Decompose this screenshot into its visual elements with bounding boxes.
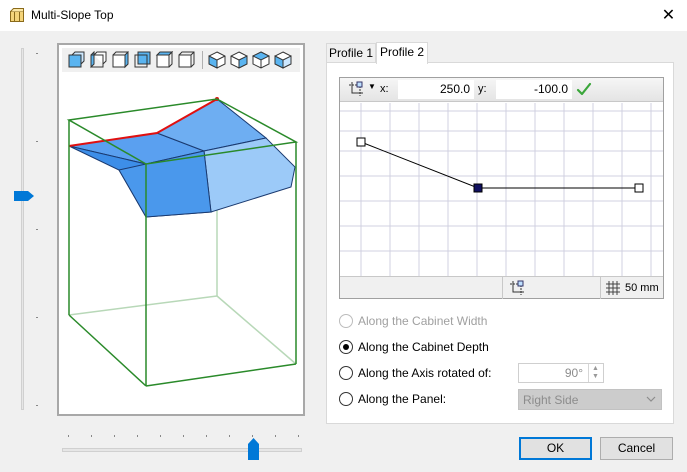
slider-tick <box>137 435 138 437</box>
status-cell <box>502 277 600 299</box>
y-coordinate-input[interactable] <box>496 80 572 99</box>
angle-spinbox[interactable]: 90° ▲ ▼ <box>518 363 604 383</box>
option-label[interactable]: Along the Cabinet Depth <box>358 340 489 354</box>
profile-point[interactable] <box>356 137 366 147</box>
vertical-slider-thumb[interactable] <box>14 191 34 201</box>
spin-up-icon[interactable]: ▲ <box>592 365 599 372</box>
view-iso-4-icon[interactable] <box>274 51 292 69</box>
view-front-icon[interactable] <box>67 51 85 69</box>
vertical-zoom-slider[interactable] <box>14 43 38 413</box>
horizontal-rotation-slider[interactable] <box>62 432 302 462</box>
profile-2-panel: ▼ x: y: <box>326 62 674 424</box>
x-label: x: <box>380 83 389 95</box>
profile-point[interactable] <box>634 183 644 193</box>
slider-tick <box>36 317 38 318</box>
slider-tick <box>183 435 184 437</box>
window-title: Multi-Slope Top <box>31 8 114 22</box>
toolbar-separator <box>202 51 203 69</box>
slider-tick <box>91 435 92 437</box>
close-icon: ✕ <box>661 7 676 24</box>
slider-tick <box>36 53 38 54</box>
slider-tick <box>36 405 38 406</box>
slider-tick <box>206 435 207 437</box>
tab-profile-2[interactable]: Profile 2 <box>376 42 428 64</box>
slider-tick <box>160 435 161 437</box>
editor-toolbar: ▼ x: y: <box>340 78 663 102</box>
view-back-icon[interactable] <box>133 51 151 69</box>
slider-tick <box>68 435 69 437</box>
radio-cabinet-width <box>339 314 353 328</box>
vertical-slider-track <box>21 48 24 410</box>
grid-size-label: 50 mm <box>625 282 659 294</box>
option-label[interactable]: Along the Panel: <box>358 392 446 406</box>
slider-tick <box>229 435 230 437</box>
slider-tick <box>298 435 299 437</box>
tab-profile-1[interactable]: Profile 1 <box>326 43 376 63</box>
radio-cabinet-depth[interactable] <box>339 340 353 354</box>
cabinet-3d-preview[interactable] <box>57 43 305 416</box>
view-iso-2-icon[interactable] <box>230 51 248 69</box>
title-bar: Multi-Slope Top ✕ <box>0 0 687 31</box>
profile-grid[interactable] <box>340 103 663 276</box>
cancel-button[interactable]: Cancel <box>600 437 673 460</box>
grid-icon <box>606 281 620 295</box>
chevron-down-icon[interactable] <box>646 395 656 403</box>
angle-value: 90° <box>564 366 583 380</box>
x-coordinate-input[interactable] <box>398 80 474 99</box>
view-left-icon[interactable] <box>89 51 107 69</box>
view-iso-3-icon[interactable] <box>252 51 270 69</box>
panel-select[interactable]: Right Side <box>518 389 662 410</box>
snap-tool-icon[interactable] <box>509 280 525 296</box>
radio-axis-rotated[interactable] <box>339 366 353 380</box>
horizontal-slider-thumb[interactable] <box>248 438 259 460</box>
option-label: Along the Cabinet Width <box>358 314 488 328</box>
slider-tick <box>252 435 253 437</box>
profile-point-selected[interactable] <box>473 183 483 193</box>
close-button[interactable]: ✕ <box>650 0 687 31</box>
slider-tick <box>114 435 115 437</box>
view-bottom-icon[interactable] <box>177 51 195 69</box>
cabinet-icon <box>10 8 24 22</box>
slider-tick <box>36 229 38 230</box>
ok-button[interactable]: OK <box>519 437 592 460</box>
horizontal-slider-track <box>62 448 302 452</box>
spin-buttons[interactable]: ▲ ▼ <box>588 364 603 382</box>
option-label[interactable]: Along the Axis rotated of: <box>358 366 491 380</box>
spin-down-icon[interactable]: ▼ <box>592 373 599 380</box>
view-toolbar <box>62 48 300 72</box>
slider-tick <box>275 435 276 437</box>
snap-tool-icon[interactable] <box>348 81 364 97</box>
chevron-down-icon[interactable]: ▼ <box>368 82 376 91</box>
view-top-icon[interactable] <box>155 51 173 69</box>
view-iso-1-icon[interactable] <box>208 51 226 69</box>
y-label: y: <box>478 83 487 95</box>
editor-status-bar: 50 mm <box>340 276 663 299</box>
slider-tick <box>36 141 38 142</box>
profile-editor: ▼ x: y: <box>339 77 664 299</box>
radio-panel[interactable] <box>339 392 353 406</box>
cabinet-model <box>66 97 299 387</box>
panel-select-value: Right Side <box>523 393 579 407</box>
apply-check-icon[interactable] <box>576 81 592 97</box>
view-right-icon[interactable] <box>111 51 129 69</box>
